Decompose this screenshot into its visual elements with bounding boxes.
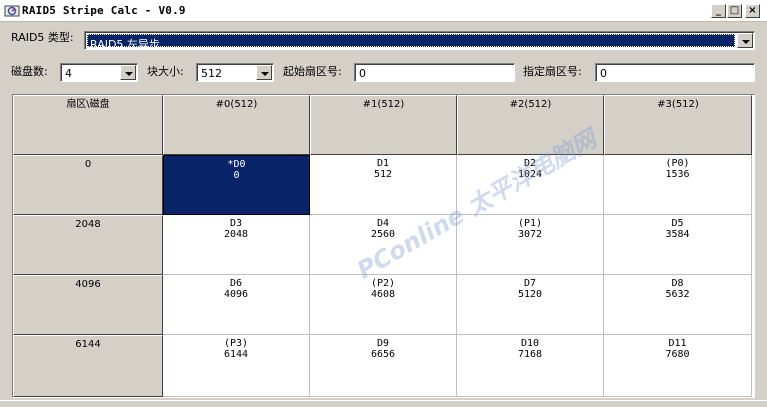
start-sector-label: 起始扇区号: — [283, 65, 342, 78]
grid-cell[interactable]: *D0 0 — [163, 155, 310, 215]
target-sector-label: 指定扇区号: — [523, 65, 582, 78]
minimize-button[interactable]: _ — [711, 4, 726, 18]
raid-type-value: RAID5 左异步 — [87, 34, 735, 51]
close-button[interactable]: × — [745, 4, 760, 18]
app-icon — [4, 5, 20, 17]
grid-cell[interactable]: (P0) 1536 — [604, 155, 752, 215]
corner-header: 扇区\磁盘 — [13, 95, 163, 155]
sector-row-header[interactable]: 2048 — [13, 215, 163, 275]
window-title: RAID5 Stripe Calc - V0.9 — [22, 4, 186, 17]
grid-cell[interactable]: D5 3584 — [604, 215, 752, 275]
grid-cell[interactable]: D8 5632 — [604, 275, 752, 335]
raid-type-select[interactable]: RAID5 左异步 — [84, 31, 755, 51]
grid-cell[interactable]: D3 2048 — [163, 215, 310, 275]
chevron-down-icon[interactable] — [737, 33, 753, 48]
disk-header[interactable]: #1(512) — [310, 95, 457, 155]
grid-cell[interactable]: (P2) 4608 — [310, 275, 457, 335]
chevron-down-icon[interactable] — [120, 65, 136, 80]
start-sector-value: 0 — [359, 67, 366, 80]
grid-cell[interactable]: D7 5120 — [457, 275, 604, 335]
sector-row-header[interactable]: 4096 — [13, 275, 163, 335]
maximize-button[interactable]: □ — [727, 4, 742, 18]
grid-cell[interactable]: (P3) 6144 — [163, 335, 310, 397]
grid-cell[interactable]: D9 6656 — [310, 335, 457, 397]
disk-count-value: 4 — [65, 67, 72, 80]
grid-cell[interactable]: D10 7168 — [457, 335, 604, 397]
sector-row-header[interactable]: 0 — [13, 155, 163, 215]
status-bar — [0, 400, 767, 407]
disk-count-label: 磁盘数: — [11, 65, 48, 78]
raid-type-label: RAID5 类型: — [11, 31, 74, 44]
block-size-select[interactable]: 512 — [196, 63, 274, 82]
title-bar[interactable]: RAID5 Stripe Calc - V0.9 _ □ × — [0, 0, 767, 22]
disk-count-select[interactable]: 4 — [60, 63, 138, 82]
grid-cell[interactable]: (P1) 3072 — [457, 215, 604, 275]
chevron-down-icon[interactable] — [256, 65, 272, 80]
target-sector-value: 0 — [600, 67, 607, 80]
block-size-value: 512 — [201, 67, 222, 80]
grid-cell[interactable]: D6 4096 — [163, 275, 310, 335]
grid-cell[interactable]: D11 7680 — [604, 335, 752, 397]
target-sector-input[interactable]: 0 — [595, 63, 755, 82]
disk-header[interactable]: #3(512) — [604, 95, 752, 155]
disk-header[interactable]: #0(512) — [163, 95, 310, 155]
start-sector-input[interactable]: 0 — [354, 63, 515, 82]
sector-row-header[interactable]: 6144 — [13, 335, 163, 397]
block-size-label: 块大小: — [147, 65, 184, 78]
